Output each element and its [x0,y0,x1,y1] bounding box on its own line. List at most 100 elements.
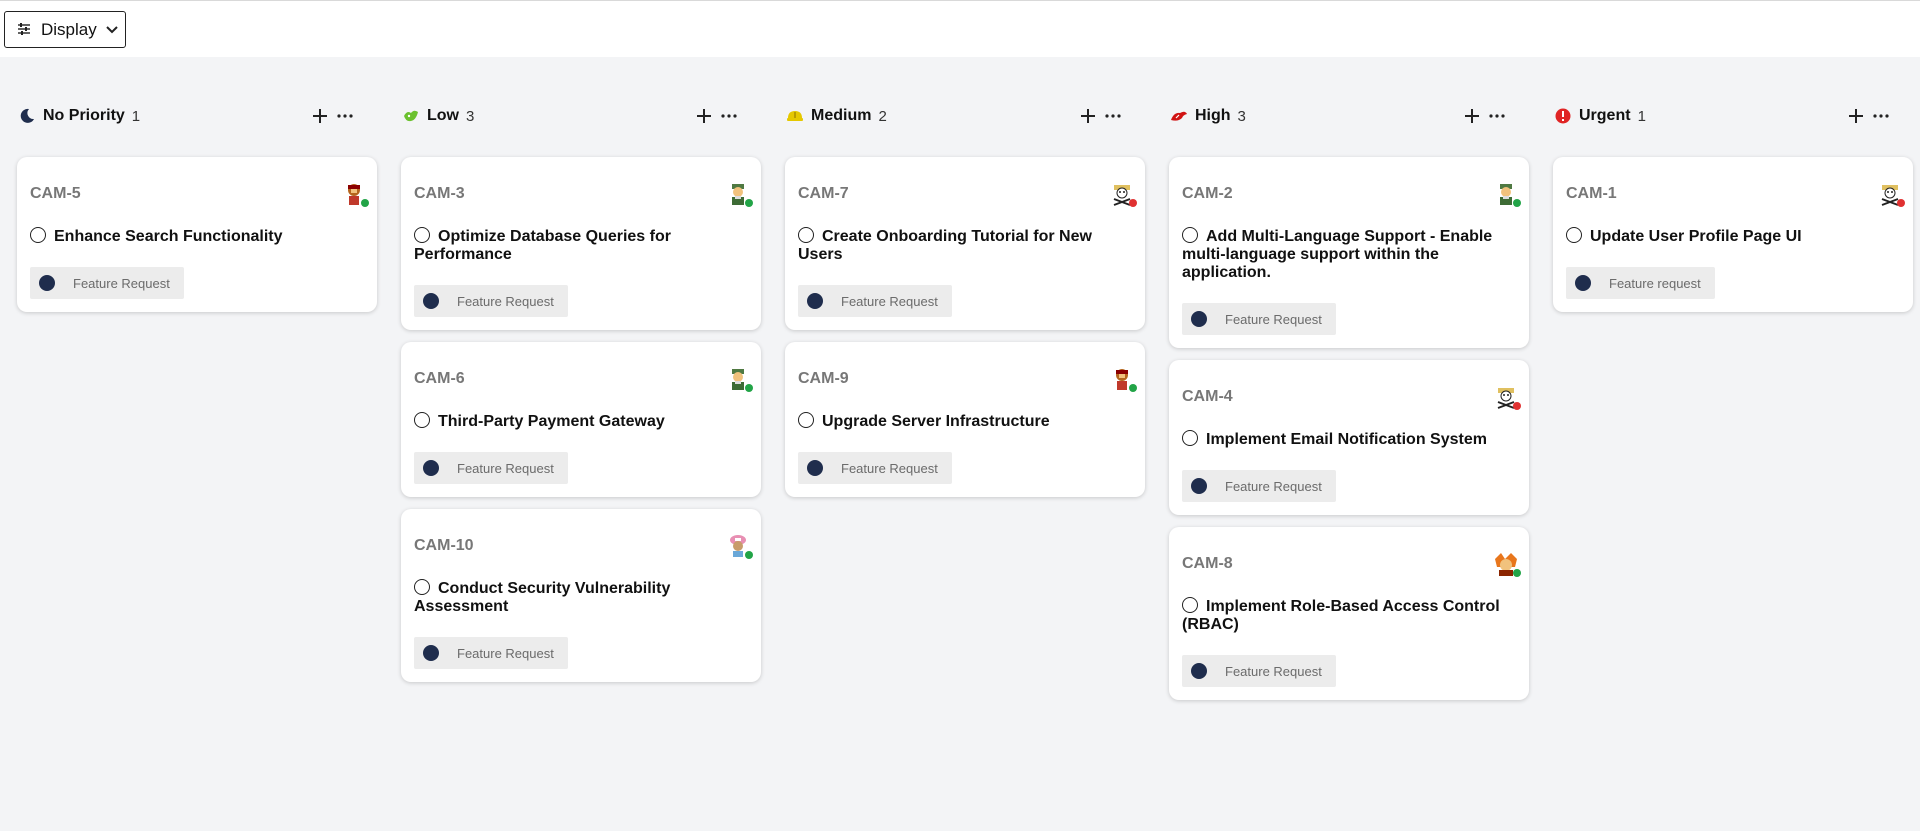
add-issue-icon[interactable] [1081,109,1095,123]
issue-title: Enhance Search Functionality [54,228,283,245]
top-toolbar: Display [0,0,1920,57]
column-header: Low 3 [401,103,761,129]
more-options-icon[interactable] [1105,114,1121,118]
add-issue-icon[interactable] [1465,109,1479,123]
issue-card[interactable]: CAM-1 Update User Profile Page UI Featur… [1553,157,1913,312]
issue-title-row: Conduct Security Vulnerability Assessmen… [414,579,747,616]
medium-priority-icon [785,106,805,126]
issue-title-row: Implement Email Notification System [1182,430,1515,449]
column-count: 3 [1237,107,1246,125]
label-tag[interactable]: Feature Request [798,452,952,484]
sliders-icon [17,20,31,40]
issue-card[interactable]: CAM-8 Implement Role-Based Access Contro… [1169,527,1529,700]
issue-title: Optimize Database Queries for Performanc… [414,228,671,263]
status-circle-icon[interactable] [30,227,46,243]
more-options-icon[interactable] [721,114,737,118]
status-circle-icon[interactable] [1182,430,1198,446]
add-issue-icon[interactable] [697,109,711,123]
status-indicator [1513,402,1521,410]
issue-id: CAM-7 [798,185,849,202]
assignee-avatar[interactable] [1109,366,1137,392]
issue-title: Conduct Security Vulnerability Assessmen… [414,580,671,615]
column-title: High [1195,107,1231,124]
chevron-down-icon [105,20,119,40]
issue-card[interactable]: CAM-9 Upgrade Server Infrastructure Feat… [785,342,1145,497]
tag-dot-icon [423,460,439,476]
label-tag[interactable]: Feature Request [414,452,568,484]
issue-id: CAM-9 [798,370,849,387]
issue-id: CAM-1 [1566,185,1617,202]
assignee-avatar[interactable] [725,181,753,207]
status-circle-icon[interactable] [414,227,430,243]
more-options-icon[interactable] [1489,114,1505,118]
status-circle-icon[interactable] [1566,227,1582,243]
issue-card[interactable]: CAM-4 Implement Email Notification Syste… [1169,360,1529,515]
status-indicator [745,199,753,207]
column-header: No Priority 1 [17,103,377,129]
add-issue-icon[interactable] [1849,109,1863,123]
issue-id: CAM-5 [30,185,81,202]
tag-dot-icon [39,275,55,291]
add-issue-icon[interactable] [313,109,327,123]
label-tag[interactable]: Feature Request [414,637,568,669]
issue-card[interactable]: CAM-3 Optimize Database Queries for Perf… [401,157,761,330]
label-tag[interactable]: Feature Request [1182,470,1336,502]
status-circle-icon[interactable] [798,227,814,243]
status-circle-icon[interactable] [798,412,814,428]
assignee-avatar[interactable] [1493,181,1521,207]
tag-dot-icon [1191,311,1207,327]
issue-title: Third-Party Payment Gateway [438,413,665,430]
label-tag-text: Feature Request [1225,478,1322,494]
issue-title: Add Multi-Language Support - Enable mult… [1182,228,1493,281]
issue-title: Implement Email Notification System [1206,431,1487,448]
label-tag[interactable]: Feature Request [414,285,568,317]
more-options-icon[interactable] [1873,114,1889,118]
issue-id: CAM-6 [414,370,465,387]
label-tag[interactable]: Feature Request [1182,655,1336,687]
issue-id: CAM-10 [414,537,474,554]
more-options-icon[interactable] [337,114,353,118]
column-title: Low [427,107,459,124]
assignee-avatar[interactable] [1493,551,1521,577]
issue-card[interactable]: CAM-5 Enhance Search Functionality Featu… [17,157,377,312]
assignee-avatar[interactable] [1877,181,1905,207]
status-circle-icon[interactable] [1182,227,1198,243]
issue-id: CAM-4 [1182,388,1233,405]
issue-title: Upgrade Server Infrastructure [822,413,1050,430]
urgent-icon [1553,106,1573,126]
issue-id: CAM-8 [1182,555,1233,572]
label-tag[interactable]: Feature Request [1182,303,1336,335]
label-tag[interactable]: Feature Request [798,285,952,317]
issue-title-row: Implement Role-Based Access Control (RBA… [1182,597,1515,634]
label-tag-text: Feature Request [457,460,554,476]
issue-title-row: Enhance Search Functionality [30,227,363,246]
assignee-avatar[interactable] [341,181,369,207]
issue-card[interactable]: CAM-10 Conduct Security Vulnerability As… [401,509,761,682]
display-button[interactable]: Display [4,11,126,48]
status-circle-icon[interactable] [414,579,430,595]
status-circle-icon[interactable] [1182,597,1198,613]
assignee-avatar[interactable] [725,366,753,392]
label-tag[interactable]: Feature Request [30,267,184,299]
issue-id: CAM-2 [1182,185,1233,202]
issue-title: Implement Role-Based Access Control (RBA… [1182,598,1500,633]
status-indicator [361,199,369,207]
issue-card[interactable]: CAM-7 Create Onboarding Tutorial for New… [785,157,1145,330]
status-circle-icon[interactable] [414,412,430,428]
assignee-avatar[interactable] [1109,181,1137,207]
issue-title-row: Optimize Database Queries for Performanc… [414,227,747,264]
label-tag-text: Feature Request [841,293,938,309]
issue-id: CAM-3 [414,185,465,202]
label-tag-text: Feature request [1609,275,1701,291]
label-tag[interactable]: Feature request [1566,267,1715,299]
issue-card[interactable]: CAM-6 Third-Party Payment Gateway Featur… [401,342,761,497]
issue-title: Create Onboarding Tutorial for New Users [798,228,1092,263]
issue-card[interactable]: CAM-2 Add Multi-Language Support - Enabl… [1169,157,1529,348]
column-title: Medium [811,107,872,124]
issue-title-row: Add Multi-Language Support - Enable mult… [1182,227,1515,282]
assignee-avatar[interactable] [1493,384,1521,410]
status-indicator [745,551,753,559]
issue-title-row: Third-Party Payment Gateway [414,412,747,431]
assignee-avatar[interactable] [725,533,753,559]
status-indicator [1129,384,1137,392]
